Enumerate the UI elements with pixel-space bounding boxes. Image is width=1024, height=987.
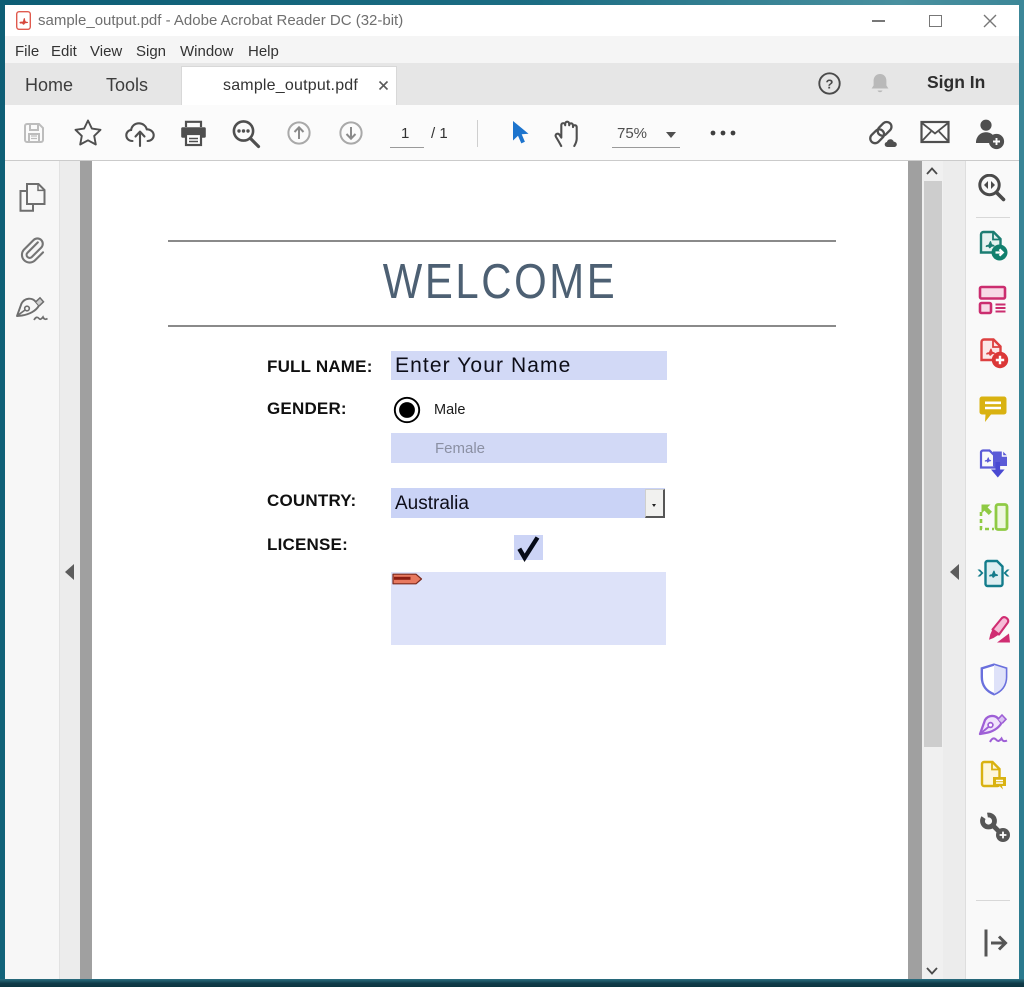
svg-text:?: ? (826, 76, 834, 91)
